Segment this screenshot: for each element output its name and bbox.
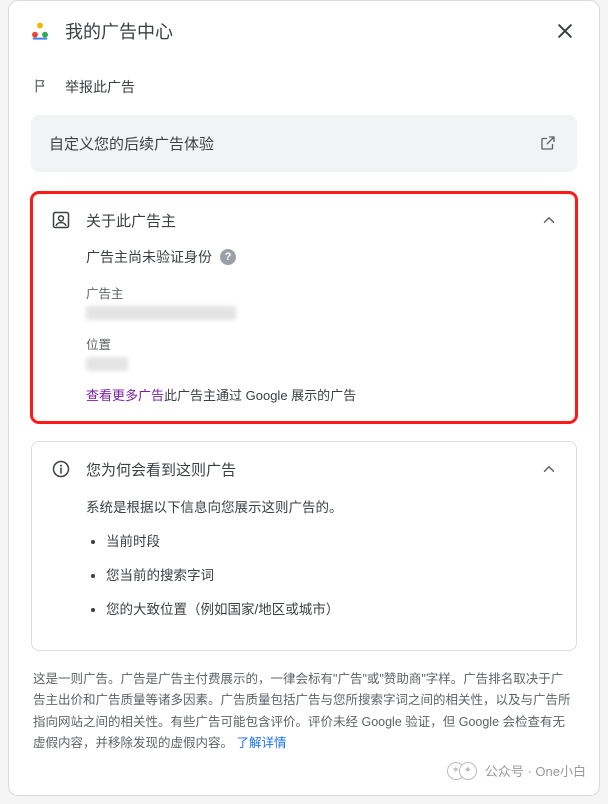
advertiser-value-redacted <box>86 306 236 320</box>
flag-icon <box>33 78 51 97</box>
why-intro: 系统是根据以下信息向您展示这则广告的。 <box>86 496 558 516</box>
see-more-ads-link[interactable]: 查看更多广告 <box>86 388 164 403</box>
dialog-header: 我的广告中心 <box>9 1 599 59</box>
about-advertiser-body: 广告主尚未验证身份 ? 广告主 位置 查看更多广告此广告主通过 Google 展… <box>50 231 558 404</box>
close-button[interactable] <box>551 17 579 45</box>
info-icon <box>50 458 72 480</box>
open-external-icon <box>539 134 559 154</box>
ad-center-logo-icon <box>29 20 51 42</box>
about-advertiser-card: 关于此广告主 广告主尚未验证身份 ? 广告主 位置 查看更多广告此广告主通过 G… <box>31 192 577 423</box>
why-reason: 您当前的搜索字词 <box>106 564 558 584</box>
dialog-body: 举报此广告 自定义您的后续广告体验 关于此广告主 <box>9 59 599 795</box>
watermark-badge: ✶ ✦ 公众号 · One小白 <box>437 757 596 784</box>
advertiser-label: 广告主 <box>86 283 558 302</box>
customize-label: 自定义您的后续广告体验 <box>49 133 214 154</box>
see-more-ads-suffix: 此广告主通过 Google 展示的广告 <box>164 388 356 403</box>
report-ad-row[interactable]: 举报此广告 <box>31 59 577 115</box>
close-icon <box>555 21 575 41</box>
see-more-ads: 查看更多广告此广告主通过 Google 展示的广告 <box>86 385 558 404</box>
footer-disclaimer: 这是一则广告。广告是广告主付费展示的，一律会标有"广告"或"赞助商"字样。广告排… <box>31 669 577 754</box>
help-icon[interactable]: ? <box>220 249 236 265</box>
report-ad-label: 举报此广告 <box>65 77 135 97</box>
ad-center-dialog: 我的广告中心 举报此广告 自定义您的后续广告体验 <box>8 0 600 796</box>
wechat-icon: ✦ <box>459 762 477 780</box>
why-reason: 当前时段 <box>106 530 558 550</box>
location-label: 位置 <box>86 334 558 353</box>
why-card: 您为何会看到这则广告 系统是根据以下信息向您展示这则广告的。 当前时段 您当前的… <box>31 441 577 651</box>
person-box-icon <box>50 209 72 231</box>
about-advertiser-toggle[interactable]: 关于此广告主 <box>50 209 558 231</box>
about-advertiser-title: 关于此广告主 <box>86 210 540 231</box>
learn-more-link[interactable]: 了解详情 <box>237 736 287 750</box>
dialog-title: 我的广告中心 <box>65 18 551 44</box>
why-reason: 您的大致位置（例如国家/地区或城市） <box>106 598 558 618</box>
advertiser-verify-status: 广告主尚未验证身份 ? <box>86 247 558 267</box>
why-reasons-list: 当前时段 您当前的搜索字词 您的大致位置（例如国家/地区或城市） <box>86 530 558 618</box>
why-body: 系统是根据以下信息向您展示这则广告的。 当前时段 您当前的搜索字词 您的大致位置… <box>50 480 558 618</box>
chevron-up-icon <box>540 460 558 478</box>
chevron-up-icon <box>540 211 558 229</box>
location-value-redacted <box>86 357 128 371</box>
customize-card[interactable]: 自定义您的后续广告体验 <box>31 115 577 172</box>
why-toggle[interactable]: 您为何会看到这则广告 <box>50 458 558 480</box>
why-title: 您为何会看到这则广告 <box>86 459 540 480</box>
